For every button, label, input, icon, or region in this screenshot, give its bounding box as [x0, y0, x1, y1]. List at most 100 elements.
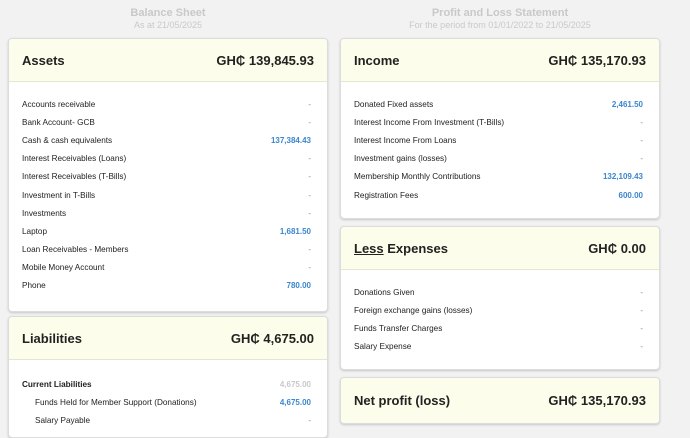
row-value-link[interactable]: 4,675.00: [280, 398, 311, 407]
list-item: Investments -: [9, 204, 327, 222]
list-item: Cash & cash equivalents 137,384.43: [9, 131, 327, 149]
list-item: Interest Income From Loans -: [341, 131, 659, 149]
list-item: Bank Account- GCB -: [9, 113, 327, 131]
row-label: Bank Account- GCB: [22, 117, 95, 127]
expenses-total: GH₵ 0.00: [588, 240, 646, 256]
net-profit-title: Net profit (loss): [354, 393, 451, 408]
list-item: Laptop 1,681.50: [9, 222, 327, 240]
assets-header: Assets GH₵ 139,845.93: [9, 39, 327, 82]
row-value: -: [308, 415, 311, 425]
row-label: Salary Payable: [35, 415, 91, 425]
net-profit-total: GH₵ 135,170.93: [548, 393, 646, 408]
list-item: Foreign exchange gains (losses) -: [341, 301, 659, 319]
income-title: Income: [354, 52, 400, 68]
list-item: Loan Receivables - Members -: [9, 241, 327, 259]
income-list: Donated Fixed assets 2,461.50 Interest In…: [341, 82, 659, 204]
list-item: Interest Receivables (Loans) -: [9, 150, 327, 168]
row-label: Accounts receivable: [22, 99, 96, 109]
liabilities-title: Liabilities: [22, 330, 82, 346]
list-item: Investment gains (losses) -: [341, 150, 659, 168]
row-value: -: [640, 342, 643, 352]
row-label: Registration Fees: [354, 190, 419, 200]
list-item: Funds Held for Member Support (Donations…: [9, 393, 327, 411]
list-item: Salary Expense -: [341, 338, 659, 356]
income-total: GH₵ 135,170.93: [548, 52, 646, 68]
row-label: Current Liabilities: [22, 379, 92, 389]
balance-sheet-heading: Balance Sheet As at 21/05/2025: [8, 7, 328, 31]
row-label: Interest Income From Loans: [354, 135, 457, 145]
row-label: Investment in T-Bills: [22, 190, 96, 200]
row-label: Interest Receivables (Loans): [22, 154, 127, 164]
row-label: Investments: [22, 208, 67, 218]
row-label: Cash & cash equivalents: [22, 135, 113, 145]
profit-loss-heading: Profit and Loss Statement For the period…: [340, 7, 660, 31]
assets-list: Accounts receivable - Bank Account- GCB - …: [9, 82, 327, 295]
row-value-link[interactable]: 132,109.43: [603, 172, 643, 181]
row-label: Funds Transfer Charges: [354, 323, 443, 333]
list-item: Interest Receivables (T-Bills) -: [9, 168, 327, 186]
list-item: Accounts receivable -: [9, 95, 327, 113]
row-label: Donated Fixed assets: [354, 99, 434, 109]
profit-loss-period: For the period from 01/01/2022 to 21/05/…: [409, 20, 591, 30]
expenses-title: Less Expenses: [354, 241, 448, 256]
row-label: Investment gains (losses): [354, 154, 447, 164]
row-value: -: [640, 287, 643, 297]
row-label: Laptop: [22, 226, 48, 236]
balance-sheet-date: As at 21/05/2025: [133, 20, 203, 30]
net-profit-header: Net profit (loss) GH₵ 135,170.93: [341, 378, 659, 423]
list-item: Current Liabilities 4,675.00: [9, 375, 327, 393]
list-item: Interest Income From Investment (T-Bills…: [341, 113, 659, 131]
list-item: Phone 780.00: [9, 277, 327, 295]
list-item: Donations Given -: [341, 283, 659, 301]
row-value-link[interactable]: 1,681.50: [280, 227, 311, 236]
liabilities-card: Liabilities GH₵ 4,675.00 Current Liabili…: [8, 316, 328, 438]
list-item: Investment in T-Bills -: [9, 186, 327, 204]
expenses-header: Less Expenses GH₵ 0.00: [341, 227, 659, 270]
row-label: Interest Receivables (T-Bills): [22, 172, 127, 182]
row-value: -: [308, 245, 311, 255]
liabilities-total: GH₵ 4,675.00: [230, 330, 314, 346]
list-item: Mobile Money Account -: [9, 259, 327, 277]
net-profit-card: Net profit (loss) GH₵ 135,170.93: [340, 377, 660, 424]
list-item: Salary Payable -: [9, 411, 327, 429]
row-value: -: [308, 154, 311, 164]
list-item: Registration Fees 600.00: [341, 186, 659, 204]
liabilities-list: Current Liabilities 4,675.00 Funds Held f…: [9, 360, 327, 430]
row-value: -: [640, 135, 643, 145]
row-value: -: [640, 154, 643, 164]
profit-loss-title: Profit and Loss Statement: [431, 7, 569, 19]
list-item: Donated Fixed assets 2,461.50: [341, 95, 659, 113]
row-value: -: [308, 172, 311, 182]
row-label: Foreign exchange gains (losses): [354, 305, 473, 315]
row-value: -: [308, 99, 311, 109]
row-value-link[interactable]: 137,384.43: [271, 136, 311, 145]
row-label: Funds Held for Member Support (Donations…: [35, 397, 197, 407]
row-value: -: [640, 117, 643, 127]
expenses-title-prefix: Less: [354, 240, 384, 256]
row-label: Mobile Money Account: [22, 263, 105, 273]
list-item: Membership Monthly Contributions 132,109.…: [341, 168, 659, 186]
income-header: Income GH₵ 135,170.93: [341, 39, 659, 82]
balance-sheet-title: Balance Sheet: [130, 7, 206, 19]
row-label: Donations Given: [354, 287, 415, 297]
row-label: Phone: [22, 281, 46, 291]
row-label: Interest Income From Investment (T-Bills…: [354, 117, 505, 127]
row-value: -: [308, 117, 311, 127]
row-value-link[interactable]: 2,461.50: [612, 100, 643, 109]
assets-card: Assets GH₵ 139,845.93 Accounts receivabl…: [8, 38, 328, 312]
row-value: -: [308, 263, 311, 273]
row-value: -: [308, 190, 311, 200]
expenses-card: Less Expenses GH₵ 0.00 Donations Given - …: [340, 226, 660, 370]
row-value: -: [640, 305, 643, 315]
income-card: Income GH₵ 135,170.93 Donated Fixed asse…: [340, 38, 660, 219]
assets-title: Assets: [22, 52, 65, 68]
row-label: Salary Expense: [354, 342, 412, 352]
row-value-link[interactable]: 780.00: [287, 281, 311, 290]
row-label: Loan Receivables - Members: [22, 245, 129, 255]
row-value-link[interactable]: 600.00: [619, 191, 643, 200]
expenses-title-rest: Expenses: [383, 240, 448, 256]
liabilities-header: Liabilities GH₵ 4,675.00: [9, 317, 327, 360]
row-value: -: [308, 208, 311, 218]
assets-total: GH₵ 139,845.93: [216, 52, 314, 68]
row-value: -: [640, 323, 643, 333]
